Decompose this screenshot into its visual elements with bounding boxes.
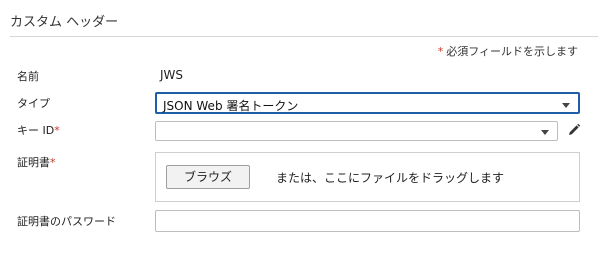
key-id-label-text: キー ID: [17, 124, 55, 137]
certificate-label-text: 証明書: [17, 156, 50, 169]
chevron-down-icon: [541, 130, 549, 135]
certificate-dropzone[interactable]: ブラウズ または、ここにファイルをドラッグします: [155, 152, 580, 202]
chevron-down-icon: [562, 103, 570, 108]
type-select-value: JSON Web 署名トークン: [163, 99, 299, 113]
name-label: 名前: [17, 70, 39, 83]
required-star: *: [437, 45, 444, 58]
divider: [10, 36, 598, 37]
key-id-select[interactable]: [155, 121, 558, 141]
type-select[interactable]: JSON Web 署名トークン: [155, 92, 580, 114]
browse-button[interactable]: ブラウズ: [166, 165, 250, 189]
certificate-password-input[interactable]: [155, 210, 580, 232]
required-note-text: 必須フィールドを示します: [446, 45, 578, 58]
section-title: カスタム ヘッダー: [10, 15, 119, 30]
pencil-icon[interactable]: [566, 122, 582, 138]
required-star: *: [50, 156, 56, 169]
required-note: * 必須フィールドを示します: [438, 43, 578, 59]
name-value: JWS: [160, 68, 184, 82]
type-label: タイプ: [17, 97, 50, 110]
drop-hint: または、ここにファイルをドラッグします: [276, 171, 505, 185]
key-id-label: キー ID*: [17, 122, 60, 138]
required-star: *: [54, 124, 60, 137]
certificate-password-label: 証明書のパスワード: [17, 215, 116, 228]
certificate-label: 証明書*: [17, 154, 56, 170]
